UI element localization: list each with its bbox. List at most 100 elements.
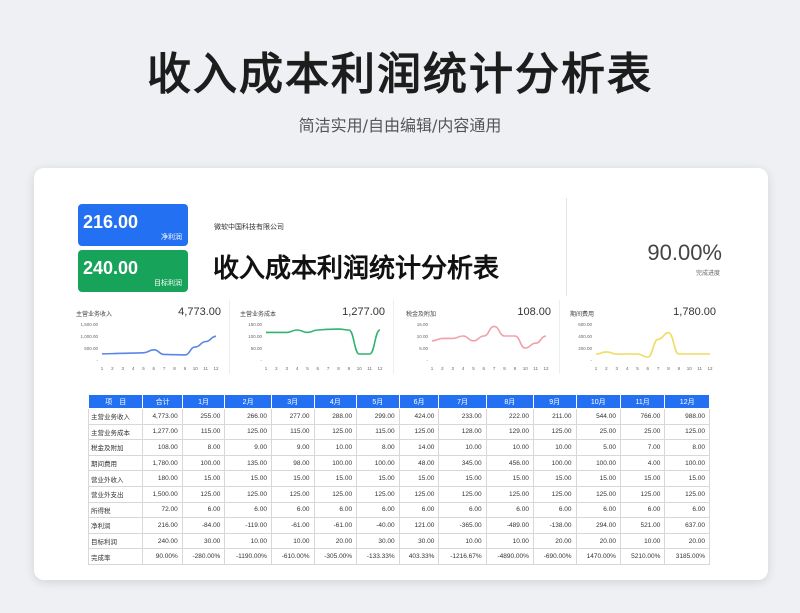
table-cell: 135.00 bbox=[224, 454, 272, 472]
table-cell: 766.00 bbox=[619, 408, 666, 425]
table-cell: -365.00 bbox=[438, 517, 487, 534]
x-tick-label: 11 bbox=[367, 366, 372, 371]
table-cell: 240.00 bbox=[142, 532, 183, 550]
y-tick-label: 5.00 bbox=[419, 346, 428, 351]
table-cell: 125.00 bbox=[356, 485, 400, 503]
mini-chart-cost: 主营业务成本 1,277.00 150.00 100.00 50.00-1 2 3 4 5 6… bbox=[232, 300, 394, 374]
x-tick-label: 9 bbox=[678, 366, 681, 371]
table-cell: -489.00 bbox=[485, 517, 534, 534]
table-body: 主营业务收入 4,773.00 255.00 266.00 277.00 288.00 29… bbox=[87, 408, 710, 565]
x-tick-label: 2 bbox=[605, 366, 608, 371]
table-cell: 6.00 bbox=[181, 501, 226, 519]
mini-chart-value: 1,780.00 bbox=[673, 306, 716, 318]
x-tick-label: 1 bbox=[265, 366, 268, 371]
table-cell: 20.00 bbox=[313, 532, 358, 550]
y-tick-label: - bbox=[427, 358, 429, 363]
table-cell: 10.00 bbox=[485, 532, 534, 550]
row-label: 主营业务成本 bbox=[87, 423, 144, 441]
table-cell: 125.00 bbox=[398, 423, 440, 441]
table-cell: 125.00 bbox=[619, 485, 666, 503]
x-tick-label: 4 bbox=[462, 366, 465, 371]
table-cell: -1216.67% bbox=[438, 548, 487, 565]
mini-chart-title: 主营业务成本 bbox=[240, 311, 277, 318]
table-cell: 129.00 bbox=[485, 423, 534, 441]
table-cell: 115.00 bbox=[181, 423, 226, 441]
row-label: 目标利润 bbox=[87, 532, 144, 550]
kpi-label: 目标利润 bbox=[154, 279, 182, 287]
column-header: 2月 bbox=[224, 394, 272, 409]
y-tick-label: 1,500.00 bbox=[80, 322, 98, 327]
row-label: 所得税 bbox=[87, 501, 144, 519]
table-cell: 100.00 bbox=[356, 454, 400, 472]
table-cell: 9.00 bbox=[224, 439, 272, 456]
table-cell: -84.00 bbox=[181, 517, 226, 534]
x-tick-label: 11 bbox=[203, 366, 208, 371]
table-cell: 100.00 bbox=[575, 454, 621, 472]
x-tick-label: 1 bbox=[431, 366, 434, 371]
table-cell: 266.00 bbox=[224, 408, 272, 425]
x-tick-label: 8 bbox=[503, 366, 506, 371]
table-cell: 15.00 bbox=[438, 470, 487, 487]
table-cell: 115.00 bbox=[270, 423, 315, 441]
table-cell: 180.00 bbox=[142, 470, 183, 487]
column-header: 9月 bbox=[532, 394, 577, 409]
table-row: 营业外支出 1,500.00 125.00 125.00 125.00 125.00 125… bbox=[87, 485, 710, 503]
table-cell: -280.00% bbox=[181, 548, 226, 565]
table-cell: 125.00 bbox=[181, 485, 226, 503]
table-cell: 15.00 bbox=[664, 470, 710, 487]
table-cell: 125.00 bbox=[398, 485, 440, 503]
x-tick-label: 12 bbox=[707, 366, 713, 371]
column-header: 5月 bbox=[356, 394, 400, 409]
completion-value: 90.00% bbox=[647, 240, 722, 265]
table-cell: 125.00 bbox=[532, 485, 577, 503]
table-cell: 15.00 bbox=[485, 470, 534, 487]
sheet-title: 收入成本利润统计分析表 bbox=[213, 254, 500, 284]
kpi-net-profit: 216.00 净利润 bbox=[78, 204, 188, 246]
table-cell: 255.00 bbox=[181, 408, 226, 425]
table-row: 营业外收入 180.00 15.00 15.00 15.00 15.00 15.00 15.0… bbox=[87, 470, 710, 487]
x-tick-label: 5 bbox=[636, 366, 639, 371]
table-cell: 115.00 bbox=[356, 423, 400, 441]
table-cell: -610.00% bbox=[270, 548, 315, 565]
column-header: 合计 bbox=[142, 394, 183, 409]
table-row: 目标利润 240.00 30.00 10.00 10.00 20.00 30.00 30.00… bbox=[87, 532, 710, 550]
table-cell: 1,277.00 bbox=[142, 423, 183, 441]
table-cell: 8.00 bbox=[356, 439, 400, 456]
table-cell: 456.00 bbox=[485, 454, 534, 472]
table-cell: 125.00 bbox=[664, 485, 710, 503]
table-cell: 9.00 bbox=[270, 439, 315, 456]
table-cell: 48.00 bbox=[398, 454, 440, 472]
mini-chart-value: 108.00 bbox=[517, 306, 551, 318]
table-cell: 125.00 bbox=[664, 423, 710, 441]
y-tick-label: - bbox=[97, 358, 99, 363]
table-cell: 8.00 bbox=[664, 439, 710, 456]
table-cell: 10.00 bbox=[270, 532, 315, 550]
table-cell: 100.00 bbox=[181, 454, 226, 472]
table-cell: 222.00 bbox=[485, 408, 534, 425]
x-tick-label: 6 bbox=[647, 366, 650, 371]
table-cell: -138.00 bbox=[532, 517, 577, 534]
x-tick-label: 6 bbox=[153, 366, 156, 371]
x-tick-label: 12 bbox=[213, 366, 219, 371]
mini-chart-title: 税金及附加 bbox=[406, 311, 437, 318]
y-tick-label: 1,000.00 bbox=[80, 334, 98, 339]
x-tick-label: 4 bbox=[626, 366, 629, 371]
x-tick-label: 8 bbox=[667, 366, 670, 371]
x-tick-label: 7 bbox=[163, 366, 166, 371]
table-cell: 233.00 bbox=[438, 408, 487, 425]
table-cell: 7.00 bbox=[619, 439, 666, 456]
table-row: 主营业务成本 1,277.00 115.00 125.00 115.00 125.00 11… bbox=[87, 423, 710, 441]
table-cell: 1470.00% bbox=[575, 548, 621, 565]
mini-chart-value: 1,277.00 bbox=[342, 306, 385, 318]
table-cell: 6.00 bbox=[664, 501, 710, 519]
table-cell: 10.00 bbox=[313, 439, 358, 456]
x-tick-label: 7 bbox=[493, 366, 496, 371]
column-header: 4月 bbox=[313, 394, 358, 409]
table-cell: -690.00% bbox=[532, 548, 577, 565]
row-label: 期间费用 bbox=[87, 454, 144, 472]
table-cell: 125.00 bbox=[532, 423, 577, 441]
mini-chart-title: 主营业务收入 bbox=[76, 311, 113, 318]
y-tick-label: 150.00 bbox=[248, 322, 262, 327]
x-tick-label: 10 bbox=[687, 366, 693, 371]
table-cell: 5210.00% bbox=[619, 548, 666, 565]
